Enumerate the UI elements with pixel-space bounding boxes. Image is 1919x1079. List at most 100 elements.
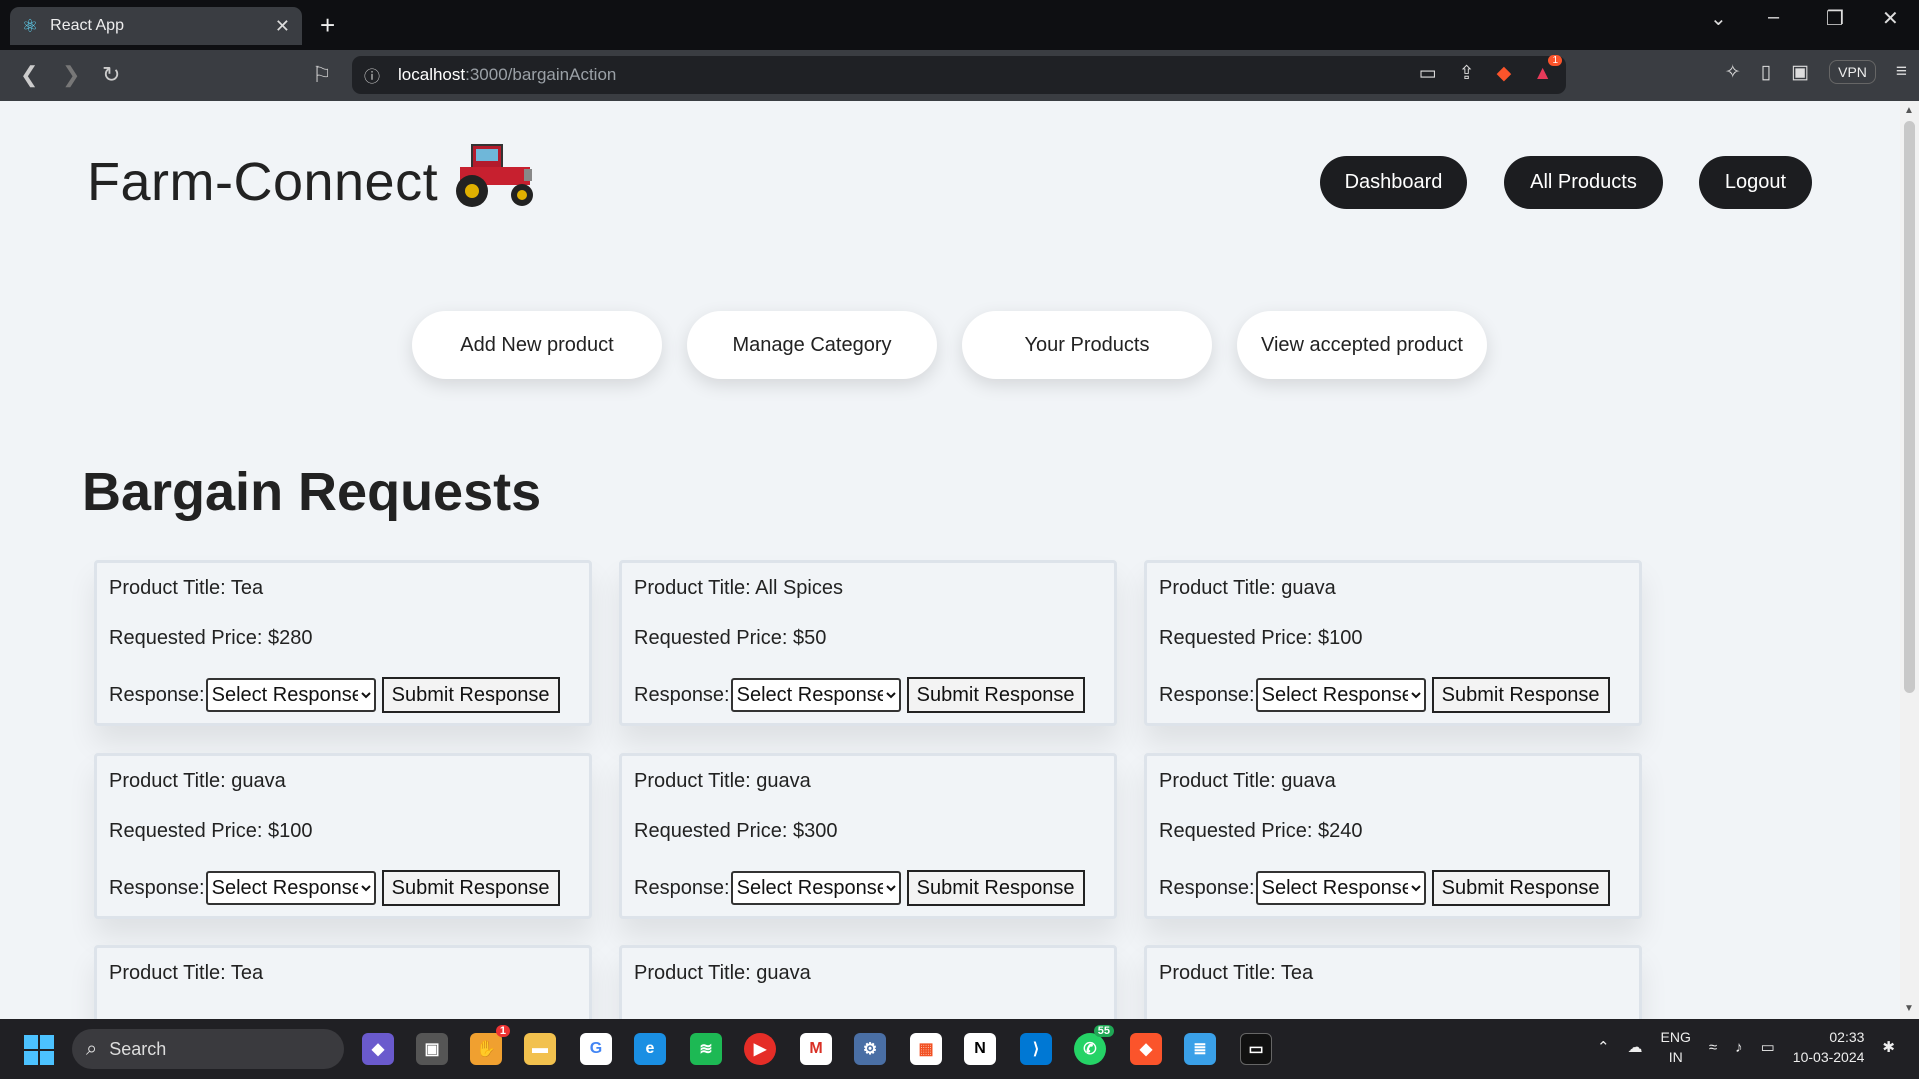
dashboard-button[interactable]: Dashboard — [1320, 156, 1467, 209]
extensions-icon[interactable]: ✧ — [1725, 61, 1741, 84]
rewards-badge: 1 — [1548, 54, 1562, 66]
volume-icon[interactable]: ♪ — [1735, 1039, 1743, 1056]
restore-button[interactable]: ❐ — [1826, 6, 1844, 31]
manage-category-button[interactable]: Manage Category — [687, 311, 937, 379]
google-chrome-icon[interactable]: G — [580, 1033, 612, 1065]
onedrive-icon[interactable]: ☁ — [1628, 1038, 1643, 1056]
add-new-product-button[interactable]: Add New product — [412, 311, 662, 379]
sidebar-icon[interactable]: ▯ — [1761, 61, 1771, 84]
submit-response-button[interactable]: Submit Response — [381, 870, 560, 906]
brand-title: Farm-Connect — [87, 152, 439, 212]
your-products-button[interactable]: Your Products — [962, 311, 1212, 379]
response-label: Response: — [634, 683, 730, 706]
response-select[interactable]: Select Response — [205, 678, 376, 712]
submit-response-button[interactable]: Submit Response — [1431, 677, 1610, 713]
cast-icon[interactable]: ▭ — [1419, 62, 1437, 85]
bargain-card: Product Title: guava Requested Price: $3… — [619, 753, 1117, 919]
scroll-thumb[interactable] — [1904, 121, 1915, 693]
brave-shields-icon[interactable]: ◆ — [1497, 62, 1512, 85]
notepad-icon[interactable]: ≣ — [1184, 1033, 1216, 1065]
response-label: Response: — [1159, 876, 1255, 899]
browser-tab[interactable]: ⚛ React App ✕ — [10, 7, 302, 45]
scroll-up-arrow-icon[interactable]: ▲ — [1904, 105, 1914, 116]
product-title: Product Title: Tea — [109, 577, 264, 599]
reload-button[interactable]: ↻ — [102, 62, 120, 88]
windows-start-icon[interactable] — [24, 1035, 54, 1065]
product-title: Product Title: guava — [634, 962, 811, 984]
new-tab-button[interactable]: + — [320, 10, 335, 41]
back-button[interactable]: ❮ — [20, 62, 38, 88]
submit-response-button[interactable]: Submit Response — [906, 870, 1085, 906]
submit-response-button[interactable]: Submit Response — [906, 677, 1085, 713]
vpn-button[interactable]: VPN — [1829, 60, 1876, 84]
tab-title: React App — [50, 17, 124, 34]
tab-search-icon[interactable]: ⌄ — [1710, 6, 1727, 31]
product-title: Product Title: guava — [634, 770, 811, 792]
taskbar-search[interactable]: ⌕ Search — [72, 1029, 344, 1069]
address-bar[interactable]: ⓘ localhost :3000/bargainAction ▭ ⇪ ◆ ▲ 1 — [352, 54, 1566, 94]
requested-price: Requested Price: $280 — [109, 627, 313, 649]
spotify-icon[interactable]: ≋ — [690, 1033, 722, 1065]
menu-icon[interactable]: ≡ — [1896, 61, 1907, 83]
bargain-card: Product Title: Tea — [94, 945, 592, 1019]
youtube-icon[interactable]: ▶ — [744, 1033, 776, 1065]
requested-price: Requested Price: $300 — [634, 820, 838, 842]
response-select[interactable]: Select Response — [730, 678, 901, 712]
product-title: Product Title: guava — [1159, 577, 1336, 599]
minimize-button[interactable]: – — [1768, 6, 1779, 29]
forward-button[interactable]: ❯ — [62, 62, 80, 88]
share-icon[interactable]: ⇪ — [1459, 62, 1475, 85]
response-select[interactable]: Select Response — [1255, 678, 1426, 712]
page-scrollbar[interactable]: ▲ ▼ — [1900, 101, 1919, 1019]
response-select[interactable]: Select Response — [1255, 871, 1426, 905]
submit-response-button[interactable]: Submit Response — [1431, 870, 1610, 906]
url-path: :3000/bargainAction — [465, 65, 617, 84]
bookmark-icon[interactable]: ⚐ — [312, 62, 332, 88]
task-view-icon[interactable]: ▣ — [416, 1033, 448, 1065]
scroll-down-arrow-icon[interactable]: ▼ — [1904, 1003, 1914, 1014]
vscode-icon[interactable]: ⟩ — [1020, 1033, 1052, 1065]
microsoft-store-icon[interactable]: ▦ — [910, 1033, 942, 1065]
logout-button[interactable]: Logout — [1699, 156, 1812, 209]
wallet-icon[interactable]: ▣ — [1791, 61, 1809, 84]
tractor-logo — [456, 144, 533, 207]
battery-icon[interactable]: ▭ — [1761, 1038, 1775, 1056]
page-viewport: Farm-Connect Dashboard All Products Logo… — [0, 101, 1900, 1019]
browser-toolbar: ❮ ❯ ↻ ⚐ ⓘ localhost :3000/bargainAction … — [0, 50, 1919, 101]
file-explorer-icon[interactable]: ▬ — [524, 1033, 556, 1065]
submit-response-button[interactable]: Submit Response — [381, 677, 560, 713]
gmail-icon[interactable]: M — [800, 1033, 832, 1065]
notion-icon[interactable]: N — [964, 1033, 996, 1065]
search-icon: ⌕ — [86, 1037, 98, 1060]
whatsapp-icon[interactable]: ✆ 55 — [1074, 1025, 1114, 1065]
tray-chevron-icon[interactable]: ⌃ — [1597, 1038, 1610, 1056]
brave-rewards-icon[interactable]: ▲ 1 — [1533, 54, 1562, 85]
close-tab-icon[interactable]: ✕ — [275, 16, 290, 37]
product-title: Product Title: All Spices — [634, 577, 843, 599]
site-info-icon[interactable]: ⓘ — [364, 63, 380, 87]
language-indicator[interactable]: ENG IN — [1661, 1027, 1691, 1067]
response-label: Response: — [109, 683, 205, 706]
close-window-button[interactable]: ✕ — [1882, 6, 1899, 31]
notifications-bell-icon[interactable]: ✱ — [1882, 1038, 1895, 1056]
wifi-icon[interactable]: ≈ — [1709, 1039, 1717, 1056]
notification-app-icon[interactable]: ✋ 1 — [470, 1025, 510, 1065]
bargain-card: Product Title: All Spices Requested Pric… — [619, 560, 1117, 726]
product-title: Product Title: Tea — [109, 962, 264, 984]
view-accepted-product-button[interactable]: View accepted product — [1237, 311, 1487, 379]
response-select[interactable]: Select Response — [730, 871, 901, 905]
os-taskbar: ⌕ Search ◆ ▣ ✋ 1 ▬ G e ≋ ▶ M ⚙ ▦ N ⟩ ✆ 55 … — [0, 1019, 1919, 1079]
lang-top: ENG — [1660, 1029, 1691, 1045]
search-label: Search — [109, 1038, 167, 1059]
bargain-card: Product Title: guava Requested Price: $1… — [1144, 560, 1642, 726]
all-products-button[interactable]: All Products — [1504, 156, 1663, 209]
brave-browser-icon[interactable]: ◆ — [1130, 1033, 1162, 1065]
settings-icon[interactable]: ⚙ — [854, 1033, 886, 1065]
copilot-icon[interactable]: ◆ — [362, 1033, 394, 1065]
product-title: Product Title: guava — [109, 770, 286, 792]
clock[interactable]: 02:33 10-03-2024 — [1793, 1027, 1865, 1067]
requested-price: Requested Price: $100 — [109, 820, 313, 842]
terminal-icon[interactable]: ▭ — [1240, 1033, 1272, 1065]
response-select[interactable]: Select Response — [205, 871, 376, 905]
edge-icon[interactable]: e — [634, 1033, 666, 1065]
